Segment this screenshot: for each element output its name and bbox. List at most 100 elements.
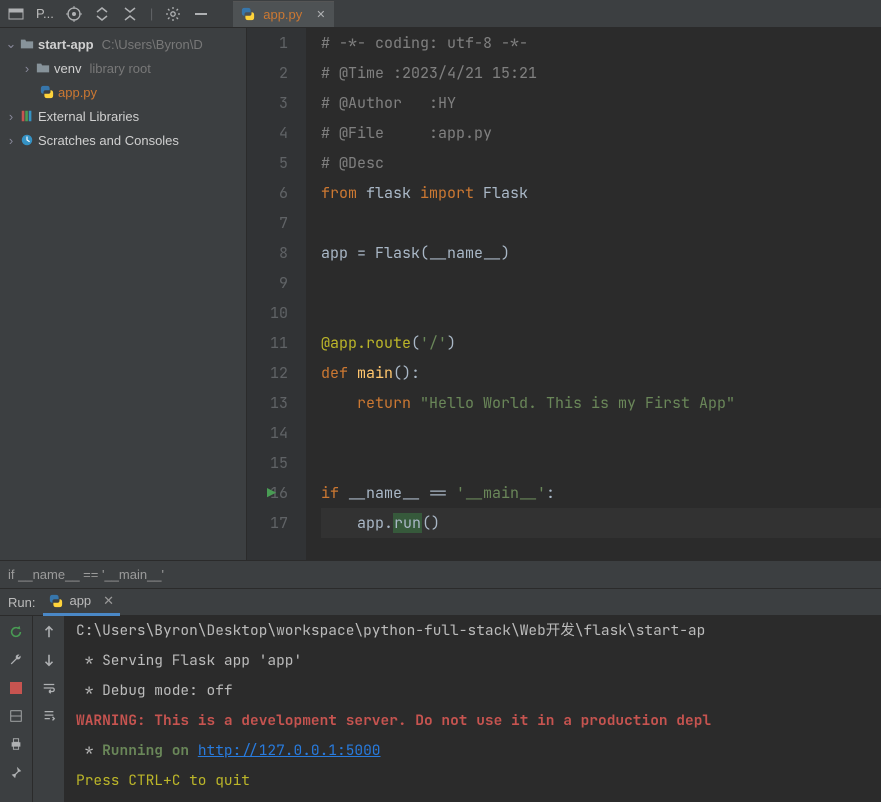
code-line[interactable]: # -*- coding: utf-8 -*-: [321, 28, 881, 58]
code-line[interactable]: return "Hello World. This is my First Ap…: [321, 388, 881, 418]
console-line: Press CTRL+C to quit: [76, 766, 881, 796]
code-line[interactable]: [321, 298, 881, 328]
console-output[interactable]: C:\Users\Byron\Desktop\workspace\python-…: [64, 616, 881, 802]
stop-icon[interactable]: [8, 680, 24, 696]
gutter-line[interactable]: 2: [247, 58, 288, 88]
code-line[interactable]: # @Author :HY: [321, 88, 881, 118]
top-toolbar: P... | app.py ✕: [0, 0, 881, 28]
tree-venv-hint: library root: [89, 61, 150, 76]
console-link[interactable]: http://127.0.0.1:5000: [198, 741, 381, 760]
down-arrow-icon[interactable]: [41, 652, 57, 668]
gutter-line[interactable]: 1: [247, 28, 288, 58]
tree-root-path: C:\Users\Byron\D: [102, 37, 203, 52]
tree-root-label: start-app: [38, 37, 94, 52]
project-sidebar: ⌄ start-app C:\Users\Byron\D › venv libr…: [0, 28, 247, 560]
gutter-line[interactable]: 10: [247, 298, 288, 328]
console-line: WARNING: This is a development server. D…: [76, 706, 881, 736]
run-gutter-icon[interactable]: ▶: [267, 483, 276, 503]
tree-scratches-label: Scratches and Consoles: [38, 133, 179, 148]
run-tools-right: [32, 616, 64, 802]
chevron-right-icon: ›: [22, 61, 32, 76]
gutter-line[interactable]: 6: [247, 178, 288, 208]
up-arrow-icon[interactable]: [41, 624, 57, 640]
settings-icon[interactable]: [165, 6, 181, 22]
code-line[interactable]: app = Flask(__name__): [321, 238, 881, 268]
layout-icon[interactable]: [8, 708, 24, 724]
run-tab-close-icon[interactable]: ✕: [103, 593, 114, 609]
gutter-line[interactable]: 13: [247, 388, 288, 418]
code-line[interactable]: [321, 208, 881, 238]
editor-breadcrumb[interactable]: if __name__ == '__main__': [0, 560, 881, 588]
python-file-icon: [40, 85, 54, 99]
code-line[interactable]: # @Desc: [321, 148, 881, 178]
code-line[interactable]: [321, 448, 881, 478]
gutter-line[interactable]: 5: [247, 148, 288, 178]
python-file-icon: [241, 7, 255, 21]
folder-icon: [36, 61, 50, 75]
chevron-down-icon: ⌄: [6, 36, 16, 52]
toolbar-divider: |: [150, 6, 153, 21]
code-editor: 123456789101112131415▶1617 # -*- coding:…: [247, 28, 881, 560]
expand-all-icon[interactable]: [94, 6, 110, 22]
tree-venv[interactable]: › venv library root: [0, 56, 246, 80]
scratches-icon: [20, 133, 34, 147]
gutter-line[interactable]: 7: [247, 208, 288, 238]
gutter-line[interactable]: 11: [247, 328, 288, 358]
code-line[interactable]: if __name__ == '__main__':: [321, 478, 881, 508]
code-line[interactable]: [321, 418, 881, 448]
main-area: ⌄ start-app C:\Users\Byron\D › venv libr…: [0, 28, 881, 560]
code-line[interactable]: # @Time :2023/4/21 15:21: [321, 58, 881, 88]
breadcrumb-text: if __name__ == '__main__': [8, 567, 164, 582]
gutter-line[interactable]: 17: [247, 508, 288, 538]
tree-ext-lib-label: External Libraries: [38, 109, 139, 124]
gutter-line[interactable]: ▶16: [247, 478, 288, 508]
console-line: * Debug mode: off: [76, 676, 881, 706]
code-line[interactable]: [321, 268, 881, 298]
console-line: C:\Users\Byron\Desktop\workspace\python-…: [76, 616, 881, 646]
collapse-all-icon[interactable]: [122, 6, 138, 22]
project-tree: ⌄ start-app C:\Users\Byron\D › venv libr…: [0, 28, 246, 156]
gutter-line[interactable]: 15: [247, 448, 288, 478]
editor-tab[interactable]: app.py ✕: [233, 1, 333, 27]
gutter-line[interactable]: 9: [247, 268, 288, 298]
run-label: Run:: [8, 595, 35, 610]
code-line[interactable]: # @File :app.py: [321, 118, 881, 148]
tab-close-icon[interactable]: ✕: [316, 8, 325, 21]
tree-scratches[interactable]: › Scratches and Consoles: [0, 128, 246, 152]
tree-venv-label: venv: [54, 61, 81, 76]
tab-file-name: app.py: [263, 7, 302, 22]
code-line[interactable]: app.run(): [321, 508, 881, 538]
scroll-to-end-icon[interactable]: [41, 708, 57, 724]
run-tab-label: app: [69, 593, 91, 608]
tree-external-libraries[interactable]: › External Libraries: [0, 104, 246, 128]
pin-icon[interactable]: [8, 764, 24, 780]
print-icon[interactable]: [8, 736, 24, 752]
rerun-icon[interactable]: [8, 624, 24, 640]
gutter-line[interactable]: 3: [247, 88, 288, 118]
code-line[interactable]: from flask import Flask: [321, 178, 881, 208]
project-label: P...: [36, 6, 54, 21]
libraries-icon: [20, 109, 34, 123]
code-line[interactable]: @app.route('/'): [321, 328, 881, 358]
python-file-icon: [49, 594, 63, 608]
gutter-line[interactable]: 14: [247, 418, 288, 448]
gutter-line[interactable]: 4: [247, 118, 288, 148]
run-panel: Run: app ✕ C:\Users\Byron\Desktop\worksp…: [0, 588, 881, 802]
run-tab[interactable]: app ✕: [43, 588, 120, 616]
soft-wrap-icon[interactable]: [41, 680, 57, 696]
code-line[interactable]: def main():: [321, 358, 881, 388]
console-line: * Running on http://127.0.0.1:5000: [76, 736, 881, 766]
editor-gutter[interactable]: 123456789101112131415▶1617: [247, 28, 307, 560]
target-icon[interactable]: [66, 6, 82, 22]
project-dropdown[interactable]: [8, 6, 24, 22]
tree-root[interactable]: ⌄ start-app C:\Users\Byron\D: [0, 32, 246, 56]
run-panel-header: Run: app ✕: [0, 588, 881, 616]
gutter-line[interactable]: 8: [247, 238, 288, 268]
editor-code-area[interactable]: # -*- coding: utf-8 -*-# @Time :2023/4/2…: [307, 28, 881, 560]
hide-icon[interactable]: [193, 6, 209, 22]
gutter-line[interactable]: 12: [247, 358, 288, 388]
tree-file-app[interactable]: app.py: [0, 80, 246, 104]
chevron-right-icon: ›: [6, 133, 16, 148]
console-line: * Serving Flask app 'app': [76, 646, 881, 676]
wrench-icon[interactable]: [8, 652, 24, 668]
